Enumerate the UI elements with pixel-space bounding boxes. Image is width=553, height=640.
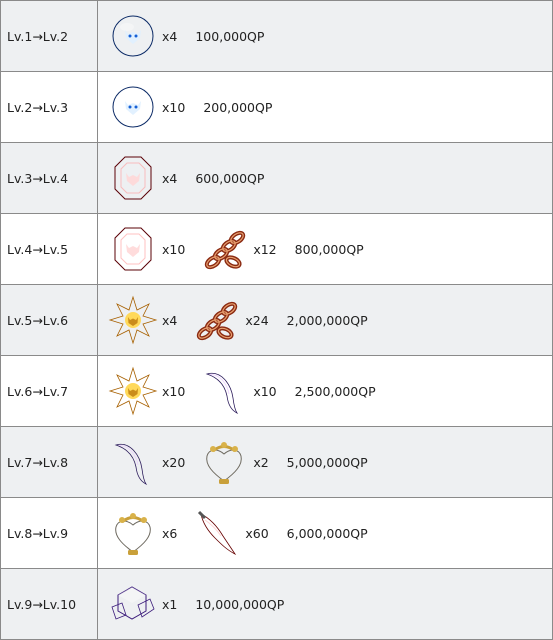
qp-cost: 600,000QP xyxy=(195,170,265,186)
table-row: Lv.8→Lv.9 x6 x60 6,000,000QP xyxy=(0,497,553,569)
material-quantity: x4 xyxy=(162,28,178,44)
qp-cost: 6,000,000QP xyxy=(286,525,368,541)
materials-cell: x20 x2 5,000,000QP xyxy=(97,426,553,498)
table-row: Lv.2→Lv.3 x10 200,000QP xyxy=(0,71,553,143)
table-row: Lv.1→Lv.2 x4 100,000QP xyxy=(0,0,553,72)
materials-cell: x4 600,000QP xyxy=(97,142,553,214)
material-quantity: x2 xyxy=(253,454,269,470)
material-quantity: x20 xyxy=(162,454,186,470)
red-gem-icon xyxy=(108,224,158,274)
materials-line: x10 x12 800,000QP xyxy=(108,224,552,274)
material-quantity: x24 xyxy=(245,312,269,328)
material-item: x6 xyxy=(108,508,191,558)
blue-gem-icon xyxy=(108,82,158,132)
table-row: Lv.6→Lv.7 x10 x10 2,500,000QP xyxy=(0,355,553,427)
qp-cost: 100,000QP xyxy=(195,28,265,44)
gold-gem-icon xyxy=(108,295,158,345)
qp-cost: 2,500,000QP xyxy=(294,383,376,399)
material-item: x4 xyxy=(108,153,191,203)
table-row: Lv.9→Lv.10 x1 10,000,000QP xyxy=(0,568,553,640)
materials-line: x4 x24 2,000,000QP xyxy=(108,295,552,345)
qp-cost: 200,000QP xyxy=(203,99,273,115)
qp-cost: 5,000,000QP xyxy=(286,454,368,470)
material-item: x20 xyxy=(108,437,199,487)
materials-cell: x1 10,000,000QP xyxy=(97,568,553,640)
material-item: x10 xyxy=(108,224,199,274)
material-item: x10 xyxy=(199,366,290,416)
chain-icon xyxy=(191,295,241,345)
materials-line: x4 100,000QP xyxy=(108,11,552,61)
material-quantity: x10 xyxy=(162,383,186,399)
material-quantity: x60 xyxy=(245,525,269,541)
material-item: x10 xyxy=(108,82,199,132)
material-item: x2 xyxy=(199,437,282,487)
crystal-cube-icon xyxy=(108,579,158,629)
material-quantity: x6 xyxy=(162,525,178,541)
table-row: Lv.7→Lv.8 x20 x2 5,000,000QP xyxy=(0,426,553,498)
material-item: x12 xyxy=(199,224,290,274)
level-range-cell: Lv.2→Lv.3 xyxy=(0,71,98,143)
claw-icon xyxy=(108,437,158,487)
level-range-cell: Lv.7→Lv.8 xyxy=(0,426,98,498)
material-item: x4 xyxy=(108,11,191,61)
materials-cell: x10 x10 2,500,000QP xyxy=(97,355,553,427)
material-item: x10 xyxy=(108,366,199,416)
materials-cell: x10 x12 800,000QP xyxy=(97,213,553,285)
materials-cell: x4 x24 2,000,000QP xyxy=(97,284,553,356)
materials-line: x10 x10 2,500,000QP xyxy=(108,366,552,416)
table-row: Lv.4→Lv.5 x10 x12 800,000QP xyxy=(0,213,553,285)
chain-icon xyxy=(199,224,249,274)
table-body: Lv.1→Lv.2 x4 100,000QP Lv.2→Lv.3 x10 200,00… xyxy=(0,0,553,640)
table-row: Lv.5→Lv.6 x4 x24 2,000,000QP xyxy=(0,284,553,356)
level-range-cell: Lv.3→Lv.4 xyxy=(0,142,98,214)
red-gem-icon xyxy=(108,153,158,203)
material-quantity: x1 xyxy=(162,596,178,612)
heart-urn-icon xyxy=(108,508,158,558)
qp-cost: 800,000QP xyxy=(294,241,364,257)
level-range-cell: Lv.6→Lv.7 xyxy=(0,355,98,427)
materials-line: x1 10,000,000QP xyxy=(108,579,552,629)
materials-cell: x6 x60 6,000,000QP xyxy=(97,497,553,569)
material-quantity: x4 xyxy=(162,312,178,328)
material-quantity: x4 xyxy=(162,170,178,186)
gold-gem-icon xyxy=(108,366,158,416)
material-quantity: x10 xyxy=(253,383,277,399)
material-item: x60 xyxy=(191,508,282,558)
level-range-cell: Lv.9→Lv.10 xyxy=(0,568,98,640)
materials-cell: x10 200,000QP xyxy=(97,71,553,143)
qp-cost: 2,000,000QP xyxy=(286,312,368,328)
level-range-cell: Lv.4→Lv.5 xyxy=(0,213,98,285)
materials-line: x10 200,000QP xyxy=(108,82,552,132)
material-item: x24 xyxy=(191,295,282,345)
material-quantity: x10 xyxy=(162,99,186,115)
red-fang-icon xyxy=(191,508,241,558)
heart-urn-icon xyxy=(199,437,249,487)
material-item: x1 xyxy=(108,579,191,629)
qp-cost: 10,000,000QP xyxy=(195,596,285,612)
skill-material-table: Lv.1→Lv.2 x4 100,000QP Lv.2→Lv.3 x10 200,00… xyxy=(0,0,553,640)
materials-line: x20 x2 5,000,000QP xyxy=(108,437,552,487)
table-row: Lv.3→Lv.4 x4 600,000QP xyxy=(0,142,553,214)
materials-cell: x4 100,000QP xyxy=(97,0,553,72)
materials-line: x6 x60 6,000,000QP xyxy=(108,508,552,558)
level-range-cell: Lv.8→Lv.9 xyxy=(0,497,98,569)
material-quantity: x12 xyxy=(253,241,277,257)
claw-icon xyxy=(199,366,249,416)
blue-gem-icon xyxy=(108,11,158,61)
materials-line: x4 600,000QP xyxy=(108,153,552,203)
material-item: x4 xyxy=(108,295,191,345)
level-range-cell: Lv.1→Lv.2 xyxy=(0,0,98,72)
level-range-cell: Lv.5→Lv.6 xyxy=(0,284,98,356)
material-quantity: x10 xyxy=(162,241,186,257)
